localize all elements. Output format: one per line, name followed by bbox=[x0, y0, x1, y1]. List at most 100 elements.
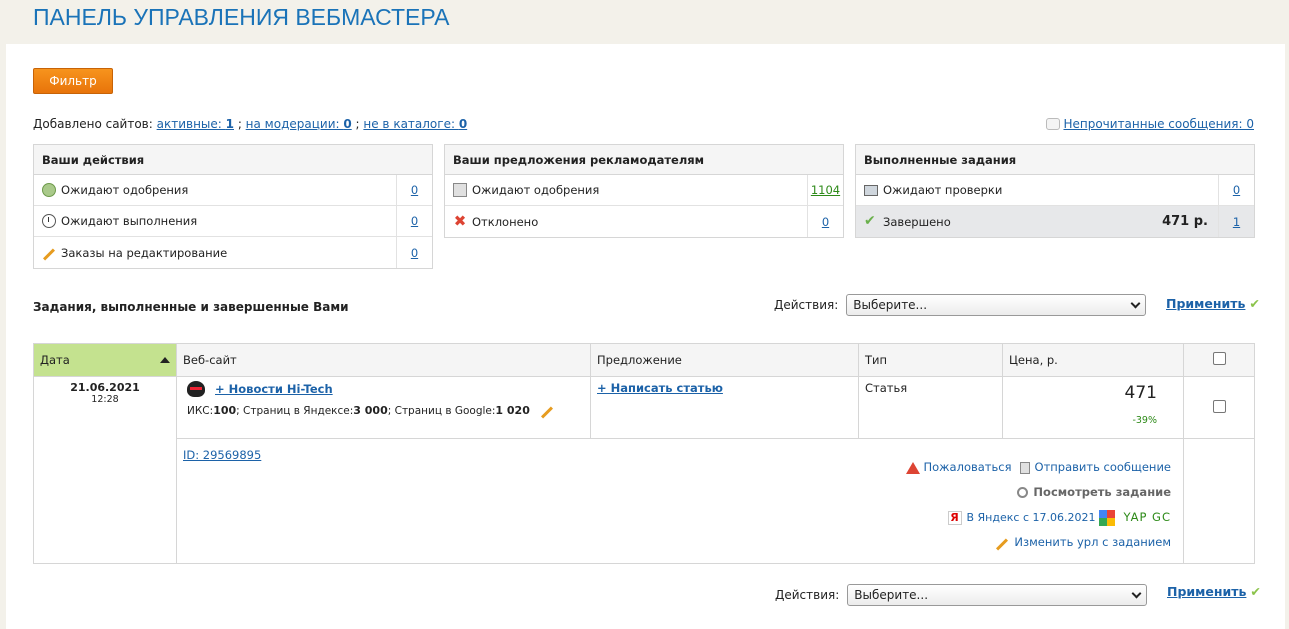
moderation-sites-link[interactable]: на модерации: 0 bbox=[246, 117, 352, 131]
check-icon: ✔ bbox=[1250, 584, 1261, 599]
count-link[interactable]: 0 bbox=[411, 183, 418, 197]
sites-prefix: Добавлено сайтов: bbox=[33, 117, 157, 131]
select-value: Выберите... bbox=[853, 298, 928, 312]
warning-icon bbox=[905, 461, 920, 474]
google-pages-label: ; Страниц в Google: bbox=[387, 404, 496, 417]
moderation-label: на модерации: bbox=[245, 117, 344, 131]
apply-label: Применить bbox=[1166, 296, 1246, 311]
unread-messages-link[interactable]: Непрочитанные сообщения: 0 bbox=[1063, 117, 1254, 131]
offer-cell: + Написать статью bbox=[590, 376, 859, 439]
actions-top: Действия: Выберите... bbox=[774, 294, 1147, 316]
active-sites-link[interactable]: активные: 1 bbox=[157, 117, 234, 131]
actions-bottom: Действия: Выберите... bbox=[775, 584, 1148, 606]
document-icon bbox=[453, 183, 467, 197]
offers-title: Ваши предложения рекламодателям bbox=[445, 145, 843, 175]
task-type: Статья bbox=[865, 381, 908, 395]
select-all-checkbox[interactable] bbox=[1212, 352, 1226, 365]
row-label: Ожидают выполнения bbox=[61, 214, 198, 228]
pencil-icon bbox=[996, 538, 1009, 551]
row-label: Ожидают одобрения bbox=[472, 183, 600, 197]
site-avatar-icon bbox=[187, 381, 205, 397]
yandex-icon: Я bbox=[947, 510, 962, 525]
row-label: Ожидают проверки bbox=[883, 183, 1003, 197]
task-time: 12:28 bbox=[91, 394, 119, 405]
list-item: Ожидают выполнения 0 bbox=[34, 206, 432, 237]
separator: ; bbox=[351, 117, 364, 131]
select-cell bbox=[1183, 376, 1255, 439]
task-price: 471 bbox=[1124, 383, 1157, 403]
active-label: активные: bbox=[156, 117, 226, 131]
row-label: Отклонено bbox=[472, 214, 539, 229]
count-link[interactable]: 0 bbox=[411, 246, 418, 260]
table-header-row: Дата Веб-сайт Предложение Тип Цена, р. bbox=[33, 343, 1255, 377]
filter-button[interactable]: Фильтр bbox=[33, 68, 113, 94]
header-price[interactable]: Цена, р. bbox=[1002, 343, 1184, 377]
clock-icon bbox=[42, 214, 56, 228]
list-item: Ожидают одобрения 1104 bbox=[445, 175, 843, 206]
actions-label: Действия: bbox=[775, 588, 840, 602]
page-title: ПАНЕЛЬ УПРАВЛЕНИЯ ВЕБМАСТЕРА bbox=[33, 4, 450, 30]
yandex-pages-value: 3 000 bbox=[353, 404, 388, 417]
yandex-pages-label: ; Страниц в Яндексе: bbox=[236, 404, 354, 417]
edit-pencil-icon[interactable] bbox=[540, 406, 553, 419]
completed-sum: 471 р. bbox=[1162, 214, 1208, 229]
not-in-catalog-link[interactable]: не в каталоге: 0 bbox=[363, 117, 467, 131]
list-item: Ожидают проверки 0 bbox=[856, 175, 1254, 206]
not-in-catalog-count: 0 bbox=[458, 117, 468, 131]
send-message-link[interactable]: Отправить сообщение bbox=[1035, 455, 1171, 480]
header-offer[interactable]: Предложение bbox=[590, 343, 859, 377]
task-actions: Пожаловаться Отправить сообщение Посмотр… bbox=[183, 447, 1177, 555]
site-cell: + Новости Hi-Tech ИКС: 100; Страниц в Ян… bbox=[176, 376, 591, 439]
header-site[interactable]: Веб-сайт bbox=[176, 343, 591, 377]
change-url-link[interactable]: Изменить урл с заданием bbox=[1014, 530, 1171, 555]
count-link[interactable]: 0 bbox=[822, 215, 829, 229]
check-icon: ✔ bbox=[864, 212, 876, 229]
x-icon: ✖ bbox=[453, 211, 467, 230]
sites-summary: Добавлено сайтов: активные: 1 ; на модер… bbox=[33, 117, 467, 131]
site-stats: ИКС: 100; Страниц в Яндексе: 3 000; Стра… bbox=[187, 404, 580, 419]
view-task-link[interactable]: Посмотреть задание bbox=[1033, 480, 1171, 505]
row-label: Завершено bbox=[883, 214, 951, 229]
site-link[interactable]: + Новости Hi-Tech bbox=[215, 382, 333, 396]
offers-box: Ваши предложения рекламодателям Ожидают … bbox=[444, 144, 844, 238]
count-link[interactable]: 0 bbox=[411, 214, 418, 228]
list-item: Ожидают одобрения 0 bbox=[34, 175, 432, 206]
price-discount: -39% bbox=[1132, 415, 1157, 426]
message-icon bbox=[1019, 461, 1030, 474]
actions-label: Действия: bbox=[774, 298, 839, 312]
apply-button[interactable]: Применить ✔ bbox=[1167, 584, 1261, 599]
google-pages-value: 1 020 bbox=[495, 404, 530, 417]
header-label: Дата bbox=[40, 353, 70, 367]
list-item: ✖ Отклонено 0 bbox=[445, 206, 843, 237]
complain-link[interactable]: Пожаловаться bbox=[924, 455, 1012, 480]
header-select-all bbox=[1183, 343, 1255, 377]
apply-button[interactable]: Применить ✔ bbox=[1166, 296, 1260, 311]
count-link[interactable]: 1 bbox=[1233, 215, 1240, 229]
not-in-catalog-label: не в каталоге: bbox=[363, 117, 459, 131]
apply-label: Применить bbox=[1167, 584, 1247, 599]
list-item: Заказы на редактирование 0 bbox=[34, 237, 432, 268]
completed-box: Выполненные задания Ожидают проверки 0 ✔… bbox=[855, 144, 1255, 238]
header-date[interactable]: Дата bbox=[33, 343, 177, 377]
count-link[interactable]: 0 bbox=[1233, 183, 1240, 197]
your-actions-box: Ваши действия Ожидают одобрения 0 Ожидаю… bbox=[33, 144, 433, 269]
row-label: Ожидают одобрения bbox=[61, 183, 189, 197]
yap-gc: YAP GC bbox=[1123, 510, 1171, 524]
header-type[interactable]: Тип bbox=[858, 343, 1003, 377]
details-empty-cell bbox=[1183, 438, 1255, 564]
row-checkbox[interactable] bbox=[1212, 399, 1226, 413]
count-link[interactable]: 1104 bbox=[811, 183, 840, 197]
tasks-table: Дата Веб-сайт Предложение Тип Цена, р. 2… bbox=[33, 343, 1255, 564]
table-row: 21.06.2021 12:28 + Новости Hi-Tech ИКС: … bbox=[33, 376, 1255, 564]
offer-link[interactable]: + Написать статью bbox=[597, 381, 723, 395]
price-cell: 471 -39% bbox=[1002, 376, 1184, 439]
main-panel: Фильтр Добавлено сайтов: активные: 1 ; н… bbox=[6, 44, 1285, 629]
iks-value: 100 bbox=[213, 404, 237, 417]
task-date: 21.06.2021 bbox=[70, 381, 140, 394]
actions-select[interactable]: Выберите... bbox=[846, 294, 1147, 316]
unread-messages: Непрочитанные сообщения: 0 bbox=[1046, 117, 1254, 131]
completed-title: Выполненные задания bbox=[856, 145, 1254, 175]
your-actions-title: Ваши действия bbox=[34, 145, 432, 175]
task-id-link[interactable]: ID: 29569895 bbox=[183, 448, 261, 462]
actions-select[interactable]: Выберите... bbox=[847, 584, 1148, 606]
